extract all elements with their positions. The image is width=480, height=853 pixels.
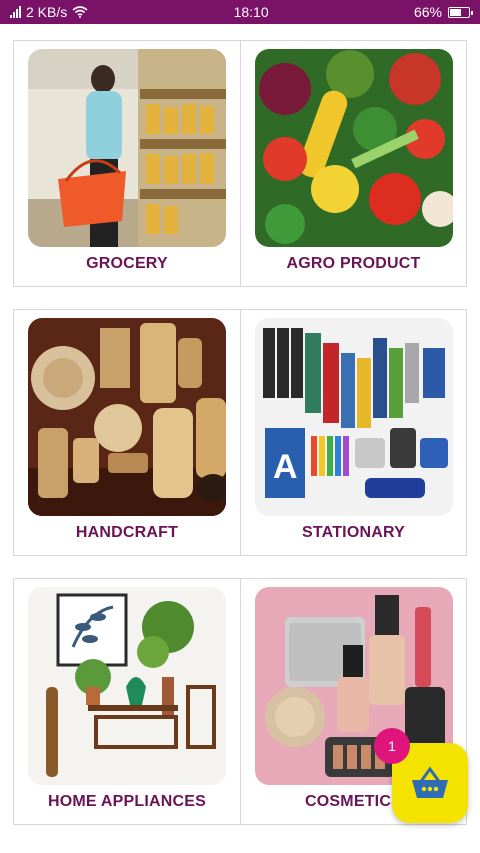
category-row: GROCERY AGRO PRODUCT — [13, 40, 467, 287]
category-home-appliances[interactable]: HOME APPLIANCES — [14, 579, 240, 824]
battery-percent: 66% — [413, 4, 442, 20]
wifi-icon — [72, 6, 88, 18]
network-speed: 2 KB/s — [26, 4, 68, 20]
stationary-image: A — [255, 318, 453, 516]
category-label: STATIONARY — [301, 524, 406, 541]
svg-text:A: A — [273, 448, 298, 486]
cart-count-badge: 1 — [374, 728, 410, 764]
category-label: AGRO PRODUCT — [286, 255, 421, 272]
handcraft-image — [28, 318, 226, 516]
category-handcraft[interactable]: HANDCRAFT — [14, 310, 240, 555]
home-appliances-image — [28, 587, 226, 785]
grocery-image — [28, 49, 226, 247]
category-label: HANDCRAFT — [75, 524, 179, 541]
category-grocery[interactable]: GROCERY — [14, 41, 240, 286]
status-right: 66% — [413, 4, 473, 20]
basket-icon — [412, 766, 448, 798]
clock: 18:10 — [233, 4, 269, 20]
signal-icon — [10, 6, 21, 18]
status-bar: 2 KB/s 18:10 66% — [0, 0, 480, 24]
category-label: HOME APPLIANCES — [48, 793, 206, 810]
category-label: GROCERY — [86, 255, 168, 272]
status-left: 2 KB/s — [10, 4, 88, 20]
battery-icon — [447, 6, 473, 18]
category-row: HANDCRAFT A STATIONARY — [13, 309, 467, 556]
category-grid: GROCERY AGRO PRODUCT HANDCRAFT A STATION… — [13, 40, 467, 847]
category-stationary[interactable]: A STATIONARY — [240, 310, 466, 555]
category-agro-product[interactable]: AGRO PRODUCT — [240, 41, 466, 286]
agro-product-image — [255, 49, 453, 247]
